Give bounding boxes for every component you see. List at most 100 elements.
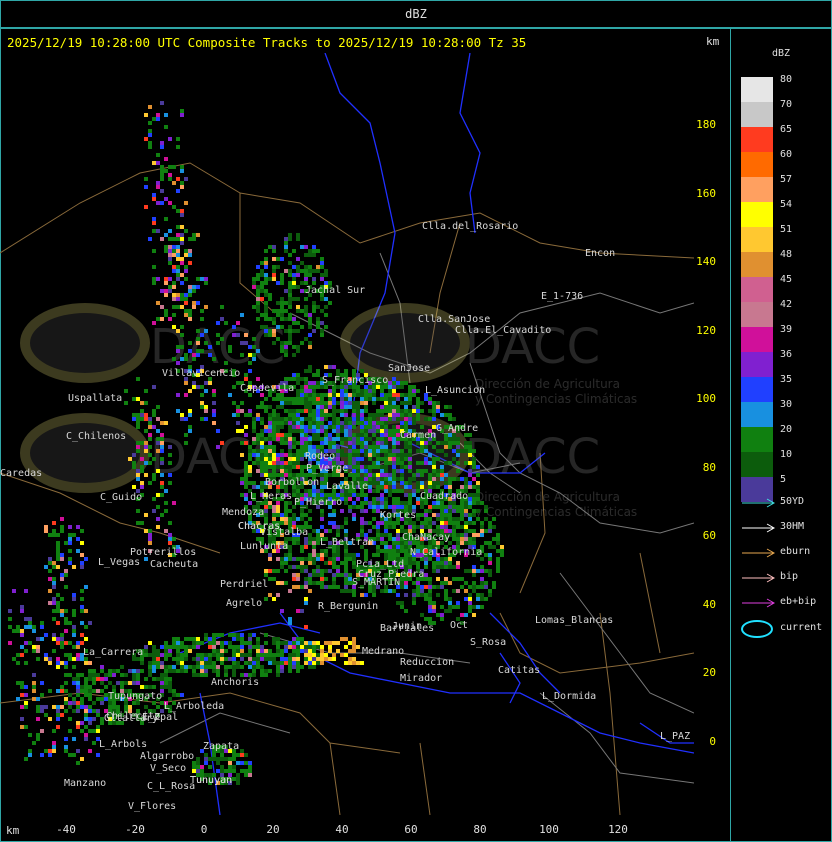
place-label: Vistalba bbox=[260, 527, 308, 538]
colorbar-cell-60 bbox=[741, 152, 773, 177]
place-label: L_Arboleda bbox=[164, 701, 224, 712]
colorbar-cell-48 bbox=[741, 252, 773, 277]
composite-header: 2025/12/19 10:28:00 UTC Composite Tracks… bbox=[7, 35, 527, 50]
colorbar-cell-65 bbox=[741, 127, 773, 152]
place-label: Perdriel bbox=[220, 579, 268, 590]
place-label: Tunuyan bbox=[190, 775, 232, 786]
colorbar-label-65: 65 bbox=[780, 124, 793, 135]
place-label: Caredas bbox=[0, 468, 42, 479]
current-label: current bbox=[780, 622, 823, 633]
track-arrow-icon-bip bbox=[742, 573, 776, 583]
place-label: Catitas bbox=[498, 665, 540, 676]
place-label: Lunlunta bbox=[240, 541, 288, 552]
place-label: Manzano bbox=[64, 778, 106, 789]
x-tick-100: 100 bbox=[539, 823, 559, 836]
place-label: Uspallata bbox=[68, 393, 122, 404]
watermark-sub-2a: Dirección de Agricultura bbox=[475, 490, 620, 504]
place-label: R_Bergunin bbox=[318, 601, 378, 612]
colorbar-label-36: 36 bbox=[780, 349, 793, 360]
colorbar-label-35: 35 bbox=[780, 374, 793, 385]
place-label: Cacheuta bbox=[150, 559, 198, 570]
x-tick-0: 0 bbox=[200, 823, 208, 836]
colorbar-cell-36 bbox=[741, 352, 773, 377]
place-label: C_Guido bbox=[100, 492, 142, 503]
colorbar-cell-54 bbox=[741, 202, 773, 227]
place-label: Tupungato bbox=[108, 691, 162, 702]
place-label: S_Francisco bbox=[322, 375, 388, 386]
radar-map[interactable]: DACC DACC Dirección de Agricultura y Con… bbox=[0, 53, 694, 815]
colorbar-label-54: 54 bbox=[780, 199, 793, 210]
y-tick-0: 0 bbox=[709, 734, 716, 748]
place-label: Reduccion bbox=[400, 657, 454, 668]
colorbar-label-20: 20 bbox=[780, 424, 793, 435]
place-label: Pcia_Ltd bbox=[356, 559, 404, 570]
watermark-sub-2b: y Contingencias Climáticas bbox=[475, 505, 637, 519]
y-tick-100: 100 bbox=[696, 392, 716, 405]
x-tick-40: 40 bbox=[335, 823, 349, 836]
place-label: N_California bbox=[410, 547, 482, 558]
watermark-text-4: DACC bbox=[465, 429, 600, 485]
place-label: E_Zpal bbox=[142, 712, 178, 723]
colorbar-cell-35 bbox=[741, 377, 773, 402]
radar-map-canvas: DACC DACC Dirección de Agricultura y Con… bbox=[0, 53, 694, 815]
place-label: Borbollon bbox=[265, 477, 319, 488]
colorbar-cell-42 bbox=[741, 302, 773, 327]
place-label: Jachal Sur bbox=[305, 285, 365, 296]
watermark-sub-1a: Dirección de Agricultura bbox=[475, 377, 620, 391]
place-label: Rodeo bbox=[305, 451, 335, 462]
colorbar-label-42: 42 bbox=[780, 299, 793, 310]
place-label: V_Seco bbox=[150, 763, 186, 774]
x-tick--40: -40 bbox=[56, 823, 76, 836]
colorbar-cell-20 bbox=[741, 427, 773, 452]
track-arrow-icon-50YD bbox=[742, 498, 776, 508]
place-label: L_Dormida bbox=[542, 691, 596, 702]
colorbar-cell-10 bbox=[741, 452, 773, 477]
place-label: S_Rosa bbox=[470, 637, 506, 648]
track-arrow-icon-eb+bip bbox=[742, 598, 776, 608]
place-label: Carmen bbox=[400, 430, 436, 441]
place-label: Lavalle bbox=[326, 481, 368, 492]
place-label: Algarrobo bbox=[140, 751, 194, 762]
track-arrow-icon-eburn bbox=[742, 548, 776, 558]
top-title: dBZ bbox=[405, 7, 427, 21]
place-label: Capdevila bbox=[240, 383, 294, 394]
place-label: L_Heras bbox=[250, 491, 292, 502]
colorbar-label-5: 5 bbox=[780, 474, 787, 485]
colorbar-label-80: 80 bbox=[780, 74, 793, 85]
place-label: Villavicencio bbox=[162, 368, 240, 379]
track-label-eb+bip: eb+bip bbox=[780, 596, 817, 607]
x-tick-60: 60 bbox=[404, 823, 418, 836]
place-label: Agrelo bbox=[226, 598, 262, 609]
place-label: Anchoris bbox=[211, 677, 259, 688]
colorbar-cell-57 bbox=[741, 177, 773, 202]
place-label: Encon bbox=[585, 248, 615, 259]
y-tick-180: 180 bbox=[696, 118, 716, 131]
place-label: Clla.El_Cavadito bbox=[455, 325, 551, 336]
place-label: P_Verge bbox=[306, 463, 348, 474]
place-label: V_Flores bbox=[128, 801, 176, 812]
place-label: E_1-736 bbox=[541, 291, 583, 302]
colorbar-label-51: 51 bbox=[780, 224, 793, 235]
y-tick-40: 40 bbox=[702, 597, 716, 611]
colorbar-cell-39 bbox=[741, 327, 773, 352]
place-label: Mirador bbox=[400, 673, 442, 684]
current-marker-icon bbox=[741, 620, 773, 638]
place-label: La_Carrera bbox=[83, 647, 143, 658]
place-label: Clla.del_Rosario bbox=[422, 221, 518, 232]
colorbar-label-10: 10 bbox=[780, 449, 793, 460]
place-label: Clla.SanJose bbox=[418, 314, 490, 325]
place-label: L_Arbols bbox=[99, 739, 147, 750]
place-label: P_Hierro bbox=[294, 497, 342, 508]
place-label: L_Beltran bbox=[320, 537, 374, 548]
colorbar-label-39: 39 bbox=[780, 324, 793, 335]
x-tick-20: 20 bbox=[266, 823, 280, 836]
y-tick-60: 60 bbox=[702, 529, 716, 542]
colorbar-cell-51 bbox=[741, 227, 773, 252]
legend-title: dBZ bbox=[772, 48, 791, 59]
place-label: Oct bbox=[450, 620, 468, 631]
colorbar-label-30: 30 bbox=[780, 399, 793, 410]
y-tick-20: 20 bbox=[702, 666, 716, 679]
place-label: Lomas_Blancas bbox=[535, 615, 613, 626]
place-label: L_Vegas bbox=[98, 557, 140, 568]
y-tick-120: 120 bbox=[696, 323, 716, 337]
